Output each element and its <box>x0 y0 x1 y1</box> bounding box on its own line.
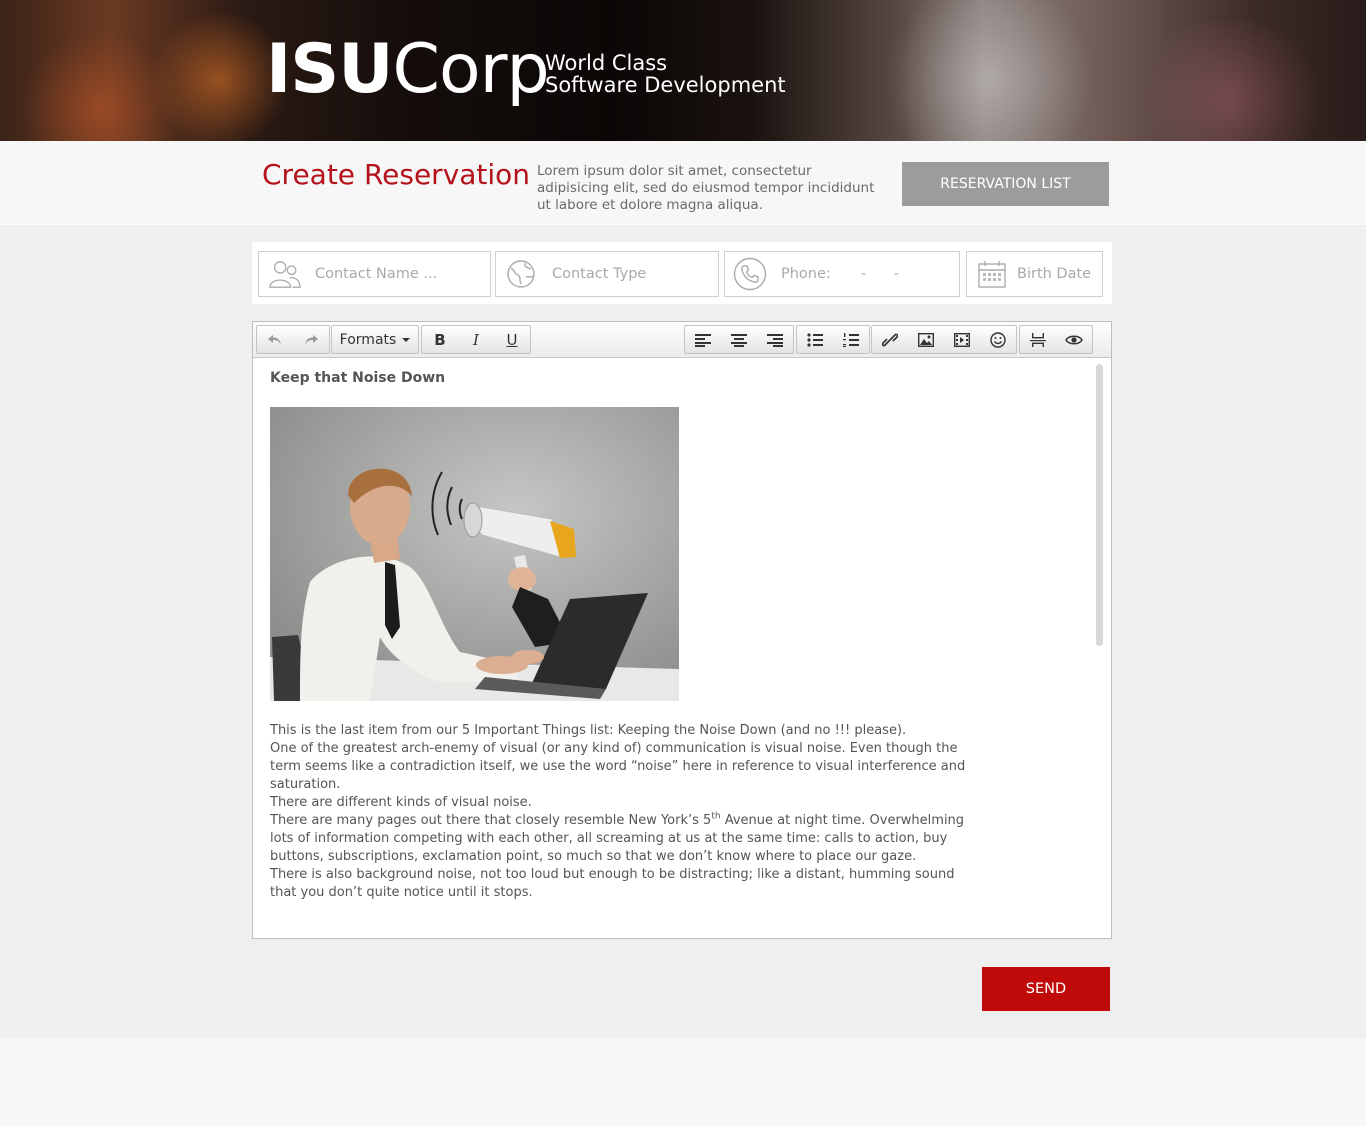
page-break-icon <box>1030 332 1046 347</box>
bullet-list-icon <box>807 332 823 347</box>
phone-label: Phone: <box>781 266 831 282</box>
image-icon <box>918 332 934 347</box>
editor-toolbar: Formats B I U <box>253 322 1111 358</box>
bold-button[interactable]: B <box>422 326 458 353</box>
history-group <box>256 325 330 354</box>
paragraph: One of the greatest arch-enemy of visual… <box>270 741 966 792</box>
paragraph: There is also background noise, not too … <box>270 867 955 900</box>
smiley-icon <box>990 331 1006 348</box>
align-right-button[interactable] <box>757 326 793 353</box>
formats-group: Formats <box>331 325 419 354</box>
header-banner: ISUCorp World Class Software Development <box>0 0 1366 141</box>
link-icon <box>882 333 898 346</box>
numbered-list-button[interactable] <box>833 326 869 353</box>
preview-button[interactable] <box>1056 326 1092 353</box>
align-center-icon <box>731 333 747 347</box>
insert-media-button[interactable] <box>944 326 980 353</box>
eye-icon <box>1065 335 1083 344</box>
globe-icon <box>504 257 538 291</box>
insert-link-button[interactable] <box>872 326 908 353</box>
formats-label: Formats <box>339 331 397 348</box>
contact-type-placeholder: Contact Type <box>552 266 647 282</box>
paragraph-part: There are many pages out there that clos… <box>270 813 712 828</box>
align-left-icon <box>695 333 711 347</box>
contacts-icon <box>267 257 301 291</box>
rich-text-editor[interactable]: Formats B I U Keep that Noise Down This … <box>252 321 1112 939</box>
bullet-list-button[interactable] <box>797 326 833 353</box>
insert-image-button[interactable] <box>908 326 944 353</box>
align-right-icon <box>767 333 783 347</box>
page-description: Lorem ipsum dolor sit amet, consectetur … <box>537 163 875 213</box>
undo-button[interactable] <box>257 326 293 353</box>
tagline-line2: Software Development <box>545 73 786 97</box>
alignment-group <box>684 325 794 354</box>
phone-field[interactable]: Phone: - - <box>724 251 960 297</box>
reservation-list-button[interactable]: RESERVATION LIST <box>902 162 1109 206</box>
caret-down-icon <box>402 337 411 342</box>
logo[interactable]: ISUCorp <box>266 30 550 109</box>
contact-name-field[interactable]: Contact Name ... <box>258 251 491 297</box>
insert-emoticon-button[interactable] <box>980 326 1016 353</box>
list-group <box>796 325 870 354</box>
formats-dropdown[interactable]: Formats <box>332 326 418 353</box>
article-image[interactable] <box>270 407 679 701</box>
numbered-list-icon <box>843 332 859 347</box>
document-title: Keep that Noise Down <box>270 370 446 386</box>
italic-button[interactable]: I <box>458 326 494 353</box>
contact-name-placeholder: Contact Name ... <box>315 266 438 282</box>
editor-scrollbar[interactable] <box>1096 364 1103 646</box>
phone-icon <box>733 257 767 291</box>
redo-icon <box>305 334 318 345</box>
banner-bokeh <box>1130 20 1330 141</box>
align-center-button[interactable] <box>721 326 757 353</box>
calendar-icon <box>975 257 1009 291</box>
paragraph: There are many pages out there that clos… <box>270 812 970 866</box>
view-group <box>1019 325 1093 354</box>
logo-bold: ISU <box>266 30 393 109</box>
align-left-button[interactable] <box>685 326 721 353</box>
text-style-group: B I U <box>421 325 531 354</box>
paragraph: There are different kinds of visual nois… <box>270 795 532 810</box>
banner-bokeh <box>880 0 1100 141</box>
undo-icon <box>268 334 281 345</box>
page-break-button[interactable] <box>1020 326 1056 353</box>
birth-date-field[interactable]: Birth Date <box>966 251 1103 297</box>
contact-type-field[interactable]: Contact Type <box>495 251 719 297</box>
paragraph: This is the last item from our 5 Importa… <box>270 723 907 738</box>
redo-button[interactable] <box>293 326 329 353</box>
tagline: World Class Software Development <box>545 52 786 96</box>
insert-group <box>871 325 1017 354</box>
logo-light: Corp <box>392 30 550 109</box>
underline-button[interactable]: U <box>494 326 530 353</box>
send-button[interactable]: SEND <box>982 967 1110 1011</box>
megaphone-photo <box>270 407 679 701</box>
film-icon <box>954 332 970 347</box>
document-body: This is the last item from our 5 Importa… <box>270 722 970 902</box>
phone-mask: - - <box>860 266 899 282</box>
birth-date-placeholder: Birth Date <box>1017 266 1092 282</box>
editor-content[interactable]: Keep that Noise Down This is the last it… <box>270 370 970 900</box>
tagline-line1: World Class <box>545 51 668 75</box>
page-title: Create Reservation <box>262 158 531 191</box>
superscript: th <box>711 811 721 822</box>
